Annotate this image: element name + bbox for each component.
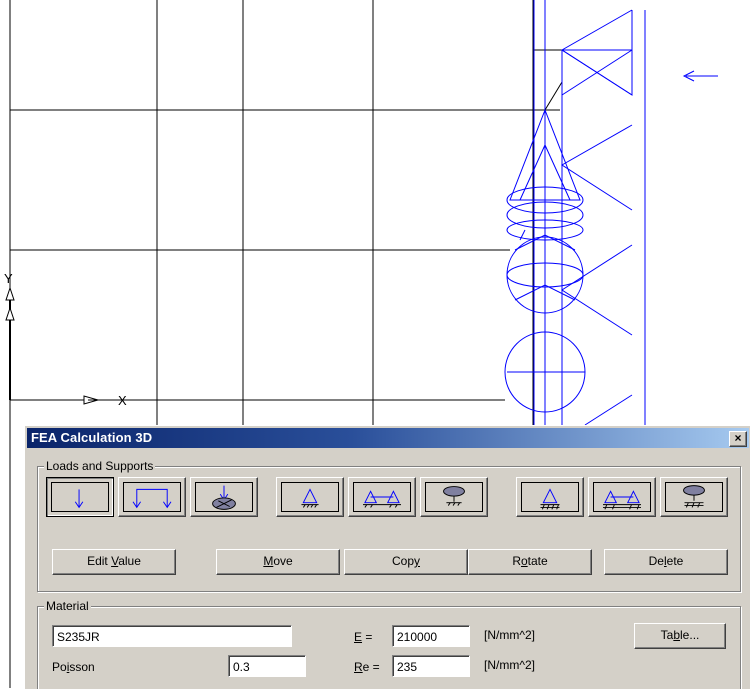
fea-model[interactable] bbox=[504, 0, 718, 426]
loads-group-label: Loads and Supports bbox=[44, 459, 156, 473]
moment-load-icon bbox=[212, 485, 236, 510]
support-line-button[interactable] bbox=[348, 477, 416, 517]
dialog-title: FEA Calculation 3D bbox=[31, 430, 153, 445]
axis-gizmo bbox=[5, 286, 112, 405]
support-area-hatched-button[interactable] bbox=[660, 477, 728, 517]
distributed-load-button[interactable] bbox=[118, 477, 186, 517]
poisson-label: Poisson bbox=[52, 660, 95, 674]
material-name-field[interactable]: S235JR bbox=[52, 625, 292, 647]
rotate-button[interactable]: Rotate bbox=[468, 549, 592, 575]
support-pin-hatched-button[interactable] bbox=[516, 477, 584, 517]
support-area-icon bbox=[443, 486, 465, 506]
close-icon: × bbox=[734, 431, 742, 445]
distributed-load-icon bbox=[132, 488, 172, 509]
moment-load-button[interactable] bbox=[190, 477, 258, 517]
loads-and-supports-group: Loads and Supports Edit Value Move Copy … bbox=[37, 459, 741, 592]
support-area-button[interactable] bbox=[420, 477, 488, 517]
fea-calculation-dialog: FEA Calculation 3D × Loads and Supports bbox=[24, 425, 750, 689]
move-button[interactable]: Move bbox=[216, 549, 340, 575]
re-field[interactable]: 235 bbox=[392, 655, 470, 677]
edit-value-button[interactable]: Edit Value bbox=[52, 549, 176, 575]
e-modulus-field[interactable]: 210000 bbox=[392, 625, 470, 647]
poisson-field[interactable]: 0.3 bbox=[228, 655, 306, 677]
support-pin-icon bbox=[301, 488, 319, 508]
close-button[interactable]: × bbox=[729, 431, 747, 447]
re-label: Re = bbox=[354, 660, 380, 674]
support-line-hatched-icon bbox=[603, 490, 641, 510]
point-load-icon bbox=[74, 489, 84, 509]
support-line-hatched-button[interactable] bbox=[588, 477, 656, 517]
support-fixed-hatched-icon bbox=[540, 488, 560, 510]
dialog-titlebar[interactable]: FEA Calculation 3D × bbox=[27, 428, 749, 448]
e-modulus-label: E = bbox=[354, 630, 373, 644]
axis-x-label: X bbox=[118, 393, 127, 408]
re-unit: [N/mm^2] bbox=[484, 658, 535, 672]
material-group-label: Material bbox=[44, 599, 91, 613]
point-load-button[interactable] bbox=[46, 477, 114, 517]
material-group: Material S235JR E = 210000 [N/mm^2] Tabl… bbox=[37, 599, 741, 689]
axis-y-label: Y bbox=[4, 271, 13, 286]
copy-button[interactable]: Copy bbox=[344, 549, 468, 575]
table-button[interactable]: Table... bbox=[634, 623, 726, 649]
support-pin-button[interactable] bbox=[276, 477, 344, 517]
support-line-icon bbox=[363, 490, 401, 508]
support-area-hatched-icon bbox=[683, 485, 705, 508]
delete-button[interactable]: Delete bbox=[604, 549, 728, 575]
e-modulus-unit: [N/mm^2] bbox=[484, 628, 535, 642]
